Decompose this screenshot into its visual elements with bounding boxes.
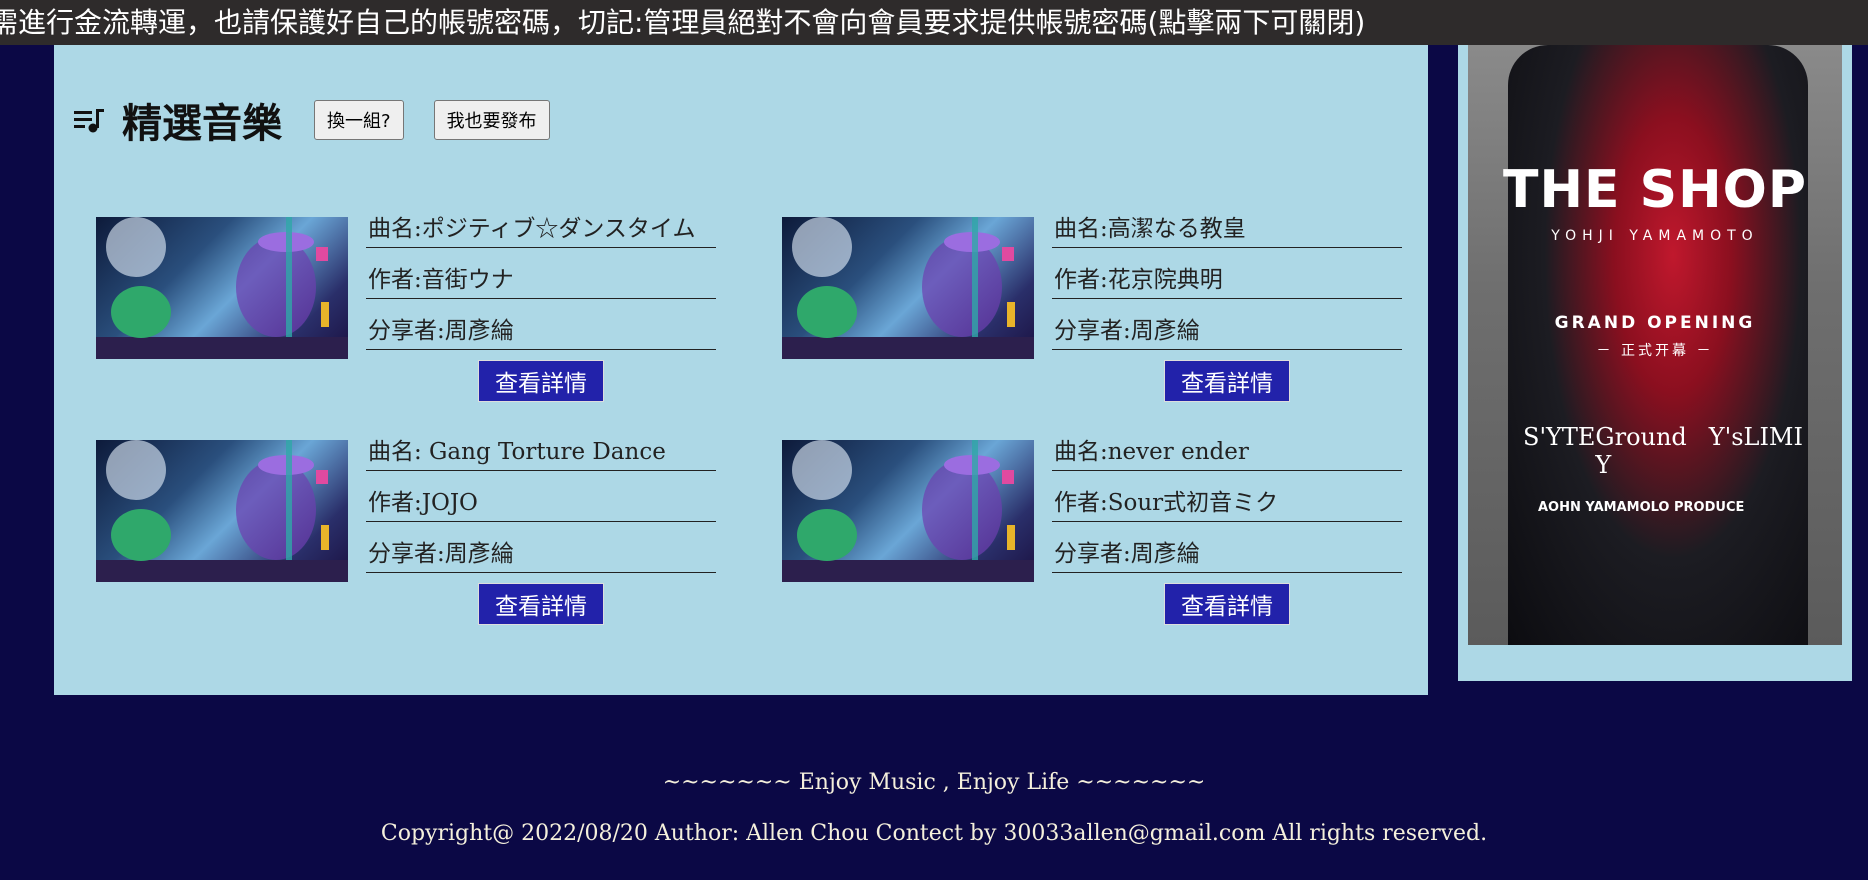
song-author: 作者:Sour式初音ミク [1052,481,1402,522]
featured-music-panel: 精選音樂 換一組? 我也要發布 曲名:ポジティブ☆ダンスタイム 作者:音街ウナ … [54,45,1428,695]
ad-banner[interactable]: THE SHOP YOHJI YAMAMOTO GRAND OPENING － … [1468,45,1842,645]
song-info: 曲名: Gang Torture Dance 作者:JOJO 分享者:周彥綸 查… [366,430,716,625]
view-details-button[interactable]: 查看詳情 [478,583,604,625]
view-details-button[interactable]: 查看詳情 [1164,360,1290,402]
song-info: 曲名:never ender 作者:Sour式初音ミク 分享者:周彥綸 查看詳情 [1052,430,1402,625]
section-title: 精選音樂 [122,101,282,147]
ad-subtitle: YOHJI YAMAMOTO [1551,228,1759,244]
song-sharer: 分享者:周彥綸 [1052,532,1402,573]
song-thumbnail [782,440,1034,582]
song-card: 曲名:ポジティブ☆ダンスタイム 作者:音街ウナ 分享者:周彥綸 查看詳情 [96,207,756,402]
announcement-marquee[interactable]: 需進行金流轉運，也請保護好自己的帳號密碼，切記:管理員絕對不會向會員要求提供帳號… [0,0,1868,45]
song-thumbnail [782,217,1034,359]
view-details-button[interactable]: 查看詳情 [478,360,604,402]
playlist-music-icon [72,103,106,137]
section-heading: 精選音樂 換一組? 我也要發布 [72,90,580,150]
ad-produce: AOHN YAMAMOLO PRODUCE [1538,500,1745,515]
footer-copyright: Copyright@ 2022/08/20 Author: Allen Chou… [380,821,1488,846]
song-thumbnail [96,217,348,359]
song-info: 曲名:ポジティブ☆ダンスタイム 作者:音街ウナ 分享者:周彥綸 查看詳情 [366,207,716,402]
announcement-text: 需進行金流轉運，也請保護好自己的帳號密碼，切記:管理員絕對不會向會員要求提供帳號… [0,6,1366,39]
ad-grand-opening: GRAND OPENING [1554,313,1756,333]
song-title: 曲名:ポジティブ☆ダンスタイム [366,207,716,248]
song-sharer: 分享者:周彥綸 [366,532,716,573]
view-details-button[interactable]: 查看詳情 [1164,583,1290,625]
shuffle-button[interactable]: 換一組? [314,100,404,140]
song-author: 作者:音街ウナ [366,258,716,299]
footer-slogan: ~~~~~~~ Enjoy Music , Enjoy Life ~~~~~~~ [662,770,1206,795]
ad-brand: Y's [1708,423,1744,451]
song-title: 曲名: Gang Torture Dance [366,430,716,471]
ad-brand: S'YTE [1523,423,1596,451]
song-title: 曲名:高潔なる教皇 [1052,207,1402,248]
song-thumbnail [96,440,348,582]
ad-brands: S'YTE Ground Y Y's LIMI [1523,423,1803,479]
song-author: 作者:JOJO [366,481,716,522]
song-card: 曲名:never ender 作者:Sour式初音ミク 分享者:周彥綸 查看詳情 [782,430,1442,625]
publish-button[interactable]: 我也要發布 [433,100,550,140]
ad-brand: Ground Y [1595,423,1687,479]
song-card: 曲名:高潔なる教皇 作者:花京院典明 分享者:周彥綸 查看詳情 [782,207,1442,402]
song-sharer: 分享者:周彥綸 [1052,309,1402,350]
song-author: 作者:花京院典明 [1052,258,1402,299]
ad-panel: THE SHOP YOHJI YAMAMOTO GRAND OPENING － … [1458,45,1852,681]
song-sharer: 分享者:周彥綸 [366,309,716,350]
ad-opening-cn: － 正式开幕 － [1596,343,1714,359]
song-title: 曲名:never ender [1052,430,1402,471]
ad-headline: THE SHOP [1503,160,1807,220]
song-info: 曲名:高潔なる教皇 作者:花京院典明 分享者:周彥綸 查看詳情 [1052,207,1402,402]
song-card: 曲名: Gang Torture Dance 作者:JOJO 分享者:周彥綸 查… [96,430,756,625]
ad-brand: LIMI [1743,423,1803,451]
